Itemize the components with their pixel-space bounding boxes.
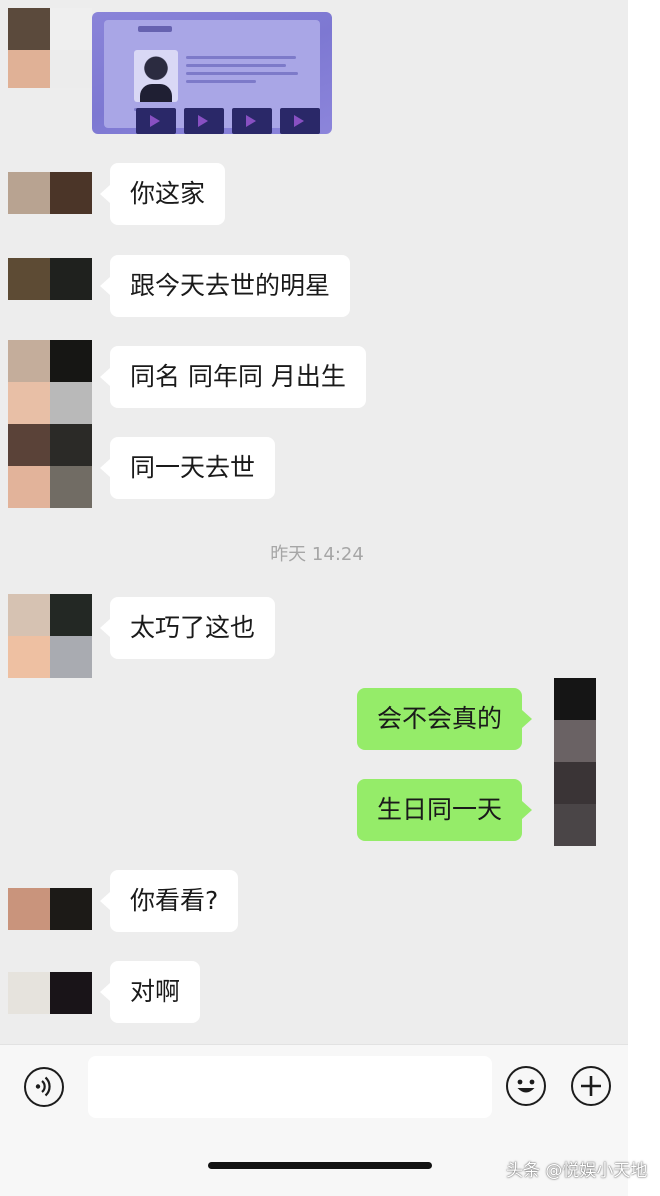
avatar[interactable] (8, 172, 92, 214)
chat-screen (0, 0, 628, 1195)
avatar[interactable] (8, 340, 92, 508)
message-bubble[interactable]: 你这家 (99, 163, 226, 225)
more-button[interactable] (571, 1066, 611, 1106)
message-bubble[interactable]: 你看看? (99, 870, 239, 932)
image-text-blur (186, 72, 298, 75)
avatar[interactable] (8, 888, 92, 930)
image-text-blur (186, 56, 296, 59)
voice-wave-icon (35, 1076, 51, 1097)
image-title-blur (138, 26, 172, 32)
plus-circle-icon (581, 1076, 601, 1096)
video-thumbnail (136, 108, 176, 134)
message-bubble[interactable]: 太巧了这也 (99, 597, 276, 659)
video-thumbnail (280, 108, 320, 134)
avatar[interactable] (8, 594, 92, 678)
image-text-blur (186, 64, 286, 67)
portrait-thumbnail (134, 50, 178, 102)
my-message-bubble[interactable]: 会不会真的 (357, 688, 533, 750)
shared-image-message[interactable] (92, 12, 332, 134)
my-avatar[interactable] (554, 678, 596, 846)
message-bubble[interactable]: 同名 同年同 月出生 (100, 346, 366, 408)
page-margin (628, 0, 660, 1195)
watermark: 头条 @悦娱小天地 (506, 1161, 648, 1181)
avatar[interactable] (8, 972, 92, 1014)
smile-face-icon (517, 1079, 535, 1093)
message-bubble[interactable]: 同一天去世 (99, 437, 276, 499)
avatar[interactable] (8, 258, 92, 300)
video-thumbnail (232, 108, 272, 134)
message-input[interactable] (88, 1056, 492, 1118)
message-bubble[interactable]: 对啊 (99, 961, 201, 1023)
home-indicator[interactable] (208, 1162, 432, 1169)
my-message-bubble[interactable]: 生日同一天 (357, 779, 533, 841)
chat-timestamp: 昨天 14:24 (270, 544, 364, 565)
message-bubble[interactable]: 跟今天去世的明星 (99, 255, 351, 317)
voice-button[interactable] (24, 1067, 64, 1107)
emoji-button[interactable] (506, 1066, 546, 1106)
avatar[interactable] (8, 8, 92, 88)
video-thumbnail (184, 108, 224, 134)
image-text-blur (186, 80, 256, 83)
